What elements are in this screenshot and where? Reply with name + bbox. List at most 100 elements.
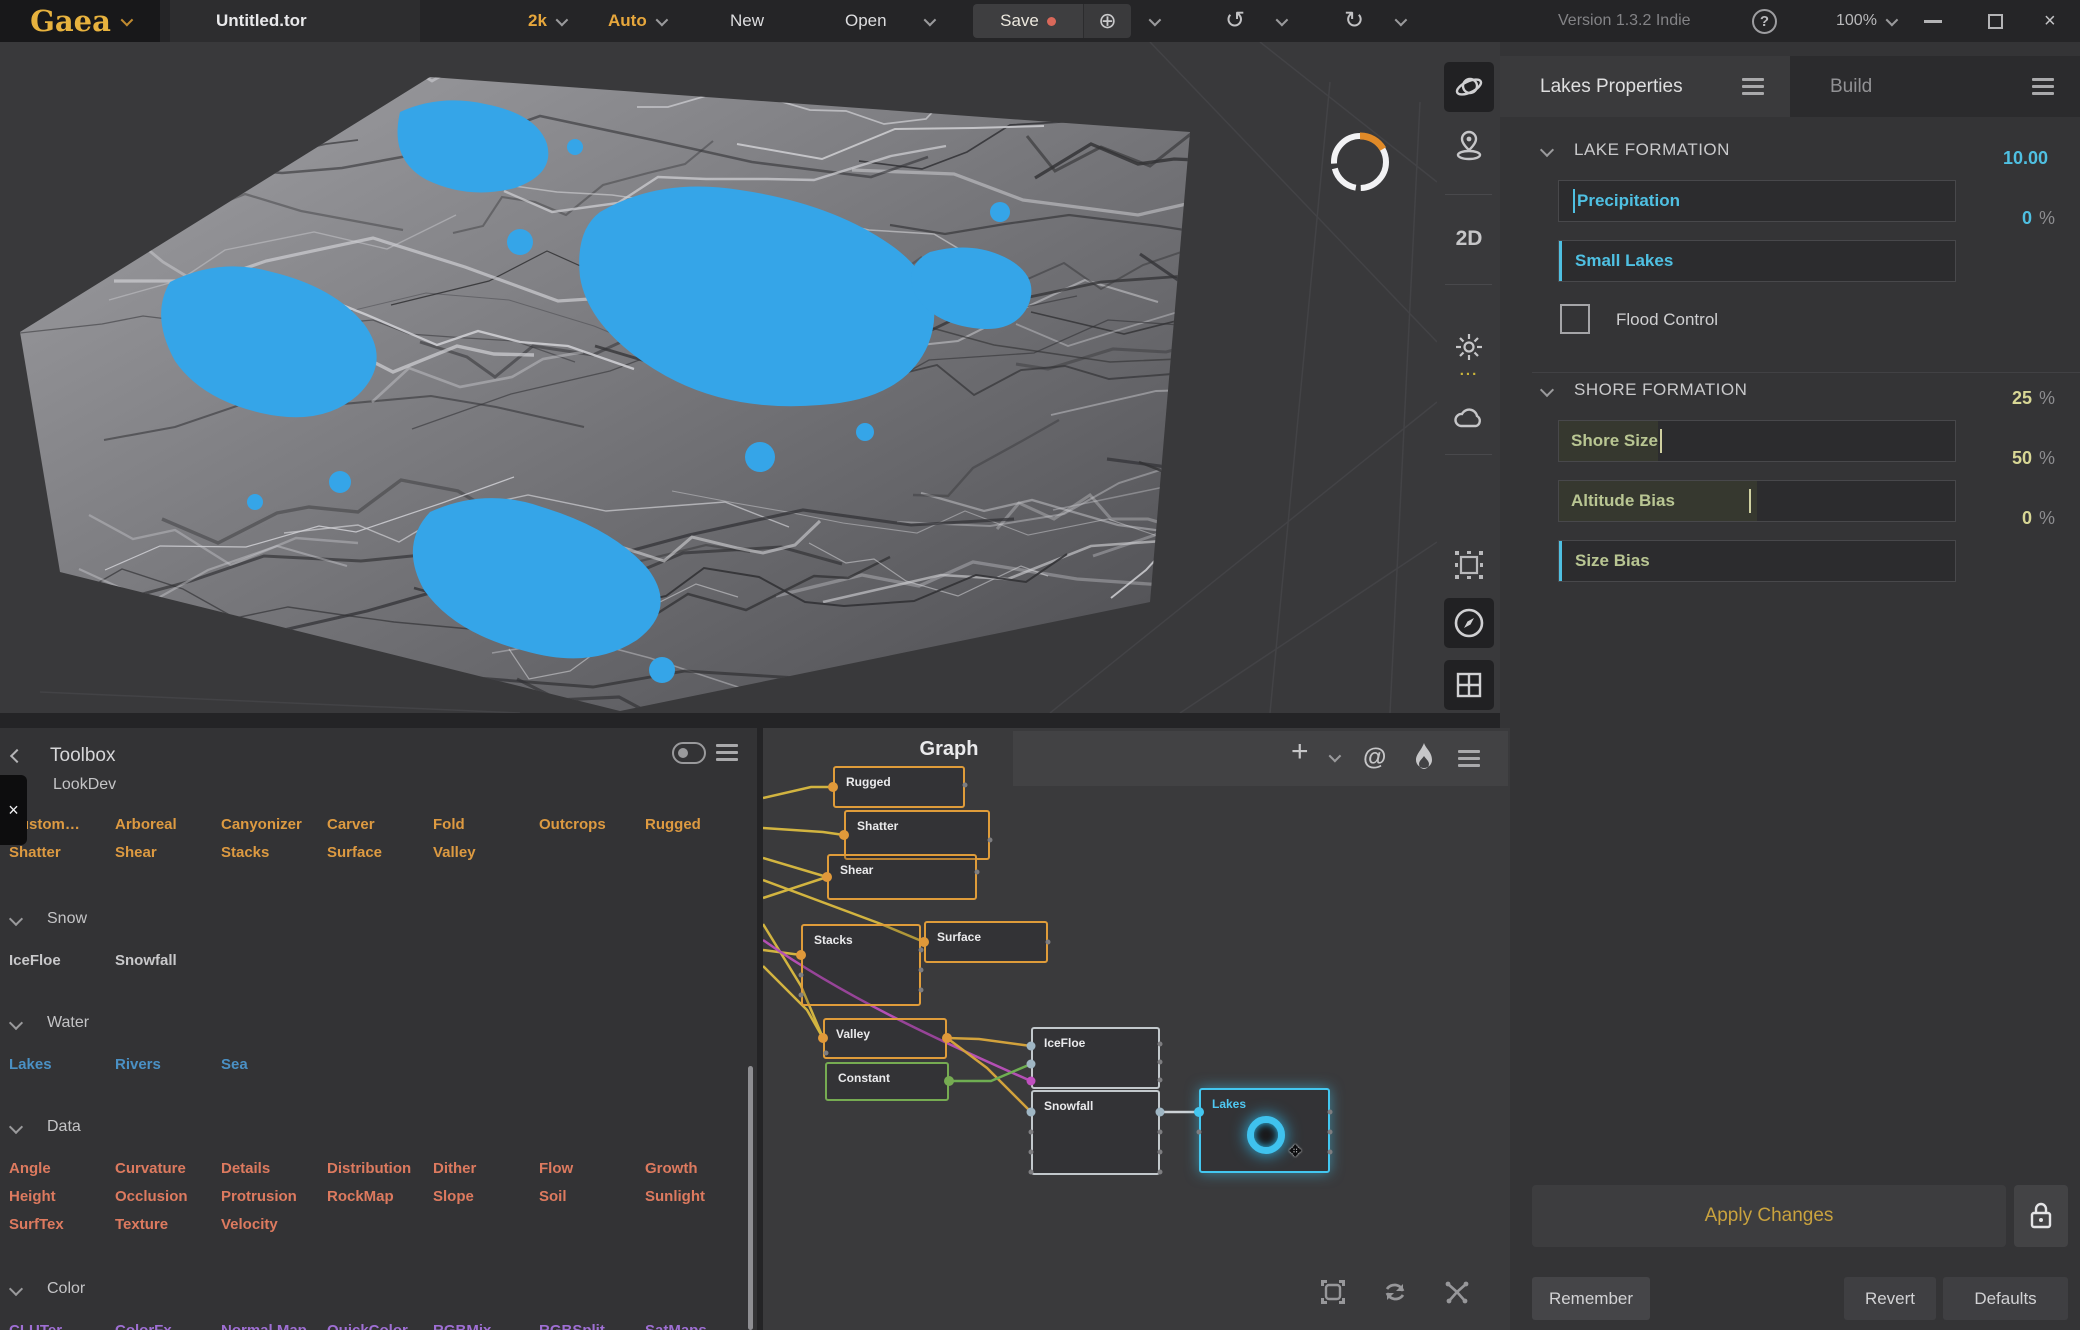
tab-menu-icon[interactable] (2032, 78, 2054, 95)
node-icefloe[interactable]: IceFloe (1031, 1027, 1160, 1089)
revert-button[interactable]: Revert (1844, 1277, 1936, 1320)
node-lakes-selected[interactable]: Lakes ✥ (1199, 1088, 1330, 1173)
tool-item[interactable]: SatMaps (645, 1322, 751, 1330)
resolution-dropdown[interactable]: 2k (528, 0, 565, 42)
tool-item[interactable]: Sea (221, 1056, 327, 1073)
tool-item[interactable]: Rugged (645, 816, 751, 833)
new-button[interactable]: New (730, 0, 764, 42)
remember-button[interactable]: Remember (1532, 1277, 1650, 1320)
node-rugged[interactable]: Rugged (833, 766, 965, 808)
tool-item[interactable]: Surface (327, 844, 433, 861)
disconnect-icon[interactable] (1443, 1278, 1471, 1306)
tool-item[interactable]: Shear (115, 844, 221, 861)
tool-item[interactable]: Velocity (221, 1216, 327, 1233)
cloud-button[interactable] (1444, 394, 1494, 444)
section-snow[interactable]: Snow (11, 910, 87, 928)
chevron-down-icon[interactable] (1276, 13, 1289, 26)
node-valley[interactable]: Valley (823, 1018, 947, 1059)
tool-item[interactable]: Outcrops (539, 816, 645, 833)
field-value[interactable]: 0% (1945, 208, 2055, 229)
tool-item[interactable]: Texture (115, 1216, 221, 1233)
tool-item[interactable]: Lakes (9, 1056, 115, 1073)
tab-lakes-properties[interactable]: Lakes Properties (1500, 56, 1790, 117)
chevron-down-icon[interactable] (1149, 13, 1162, 26)
tool-item[interactable]: Angle (9, 1160, 115, 1177)
field-value[interactable]: 0% (1945, 508, 2055, 529)
collapse-left-icon[interactable] (10, 749, 24, 763)
tab-build[interactable]: Build (1790, 56, 2080, 117)
node-shatter[interactable]: Shatter (844, 810, 990, 860)
compass-button[interactable] (1444, 598, 1494, 648)
node-stacks[interactable]: Stacks (801, 924, 921, 1006)
minimize-button[interactable] (1924, 0, 1942, 42)
tool-item[interactable]: SurfTex (9, 1216, 115, 1233)
tool-item[interactable]: Height (9, 1188, 115, 1205)
tool-item[interactable]: Sunlight (645, 1188, 751, 1205)
save-button[interactable]: Save (973, 4, 1083, 38)
field-value[interactable]: 10.00 (1945, 148, 2055, 169)
tool-item[interactable]: Slope (433, 1188, 539, 1205)
node-snowfall[interactable]: Snowfall (1031, 1090, 1160, 1175)
tool-item[interactable]: Arboreal (115, 816, 221, 833)
chevron-down-icon[interactable] (1395, 13, 1408, 26)
tool-item[interactable]: Dither (433, 1160, 539, 1177)
field-value[interactable]: 25% (1945, 388, 2055, 409)
node-shear[interactable]: Shear (827, 854, 977, 900)
field-altitude-bias[interactable]: Altitude Bias (1558, 480, 1956, 522)
toolbox-view-toggle[interactable] (672, 742, 706, 764)
tool-item[interactable]: Canyonizer (221, 816, 327, 833)
undo-icon[interactable]: ↺ (1225, 9, 1245, 33)
zoom-dropdown[interactable]: 100% (1836, 0, 1895, 42)
tool-item[interactable]: Flow (539, 1160, 645, 1177)
tool-item[interactable]: CLUTer (9, 1322, 115, 1330)
slider-handle[interactable] (1749, 489, 1751, 513)
section-color[interactable]: Color (11, 1280, 85, 1298)
view-2d-button[interactable]: 2D (1444, 214, 1494, 264)
tool-item[interactable]: Normal Map (221, 1322, 327, 1330)
app-menu-button[interactable]: Gaea (0, 0, 160, 42)
section-shore-formation[interactable]: SHORE FORMATION (1542, 380, 1747, 400)
field-shore-size[interactable]: Shore Size (1558, 420, 1956, 462)
section-lake-formation[interactable]: LAKE FORMATION (1542, 140, 1730, 160)
tool-item[interactable]: Distribution (327, 1160, 433, 1177)
frame-region-button[interactable] (1444, 540, 1494, 590)
open-dropdown[interactable]: Open (845, 0, 933, 42)
field-value[interactable]: 50% (1945, 448, 2055, 469)
node-constant[interactable]: Constant (825, 1062, 949, 1101)
tool-item[interactable]: Soil (539, 1188, 645, 1205)
tool-item[interactable]: Protrusion (221, 1188, 327, 1205)
tool-item[interactable]: Fold (433, 816, 539, 833)
tool-item[interactable]: QuickColor (327, 1322, 433, 1330)
tool-item[interactable]: RGBSplit (539, 1322, 645, 1330)
section-data[interactable]: Data (11, 1118, 81, 1136)
help-icon[interactable]: ? (1752, 9, 1777, 34)
tab-menu-icon[interactable] (1742, 78, 1764, 95)
tool-item[interactable]: Stacks (221, 844, 327, 861)
tool-item[interactable]: ColorFx (115, 1322, 221, 1330)
flood-control-checkbox[interactable] (1560, 304, 1590, 334)
view-3d-button[interactable] (1444, 62, 1494, 112)
toolbox-scrollbar[interactable] (748, 1066, 753, 1330)
toolbox-menu-icon[interactable] (716, 744, 738, 761)
toolbox-flyout-close[interactable]: × (0, 775, 27, 845)
fit-view-icon[interactable] (1319, 1278, 1347, 1306)
tool-item[interactable]: Growth (645, 1160, 751, 1177)
tool-item[interactable]: Carver (327, 816, 433, 833)
terrain-3d-viewport[interactable] (0, 42, 1437, 713)
field-size-bias[interactable]: Size Bias (1558, 540, 1956, 582)
tool-item[interactable]: Details (221, 1160, 327, 1177)
layout-grid-button[interactable] (1444, 660, 1494, 710)
tool-item[interactable]: Curvature (115, 1160, 221, 1177)
build-mode-dropdown[interactable]: Auto (608, 0, 665, 42)
tool-item[interactable]: RockMap (327, 1188, 433, 1205)
tool-item[interactable]: RGBMix (433, 1322, 539, 1330)
node-surface[interactable]: Surface (924, 921, 1048, 963)
maximize-button[interactable] (1988, 0, 2003, 42)
tool-item[interactable]: Snowfall (115, 952, 221, 969)
defaults-button[interactable]: Defaults (1943, 1277, 2068, 1320)
tool-item[interactable]: Rivers (115, 1056, 221, 1073)
tool-item[interactable]: IceFloe (9, 952, 115, 969)
field-precipitation[interactable]: Precipitation (1558, 180, 1956, 222)
location-pin-button[interactable] (1444, 120, 1494, 170)
tool-item[interactable]: Shatter (9, 844, 115, 861)
